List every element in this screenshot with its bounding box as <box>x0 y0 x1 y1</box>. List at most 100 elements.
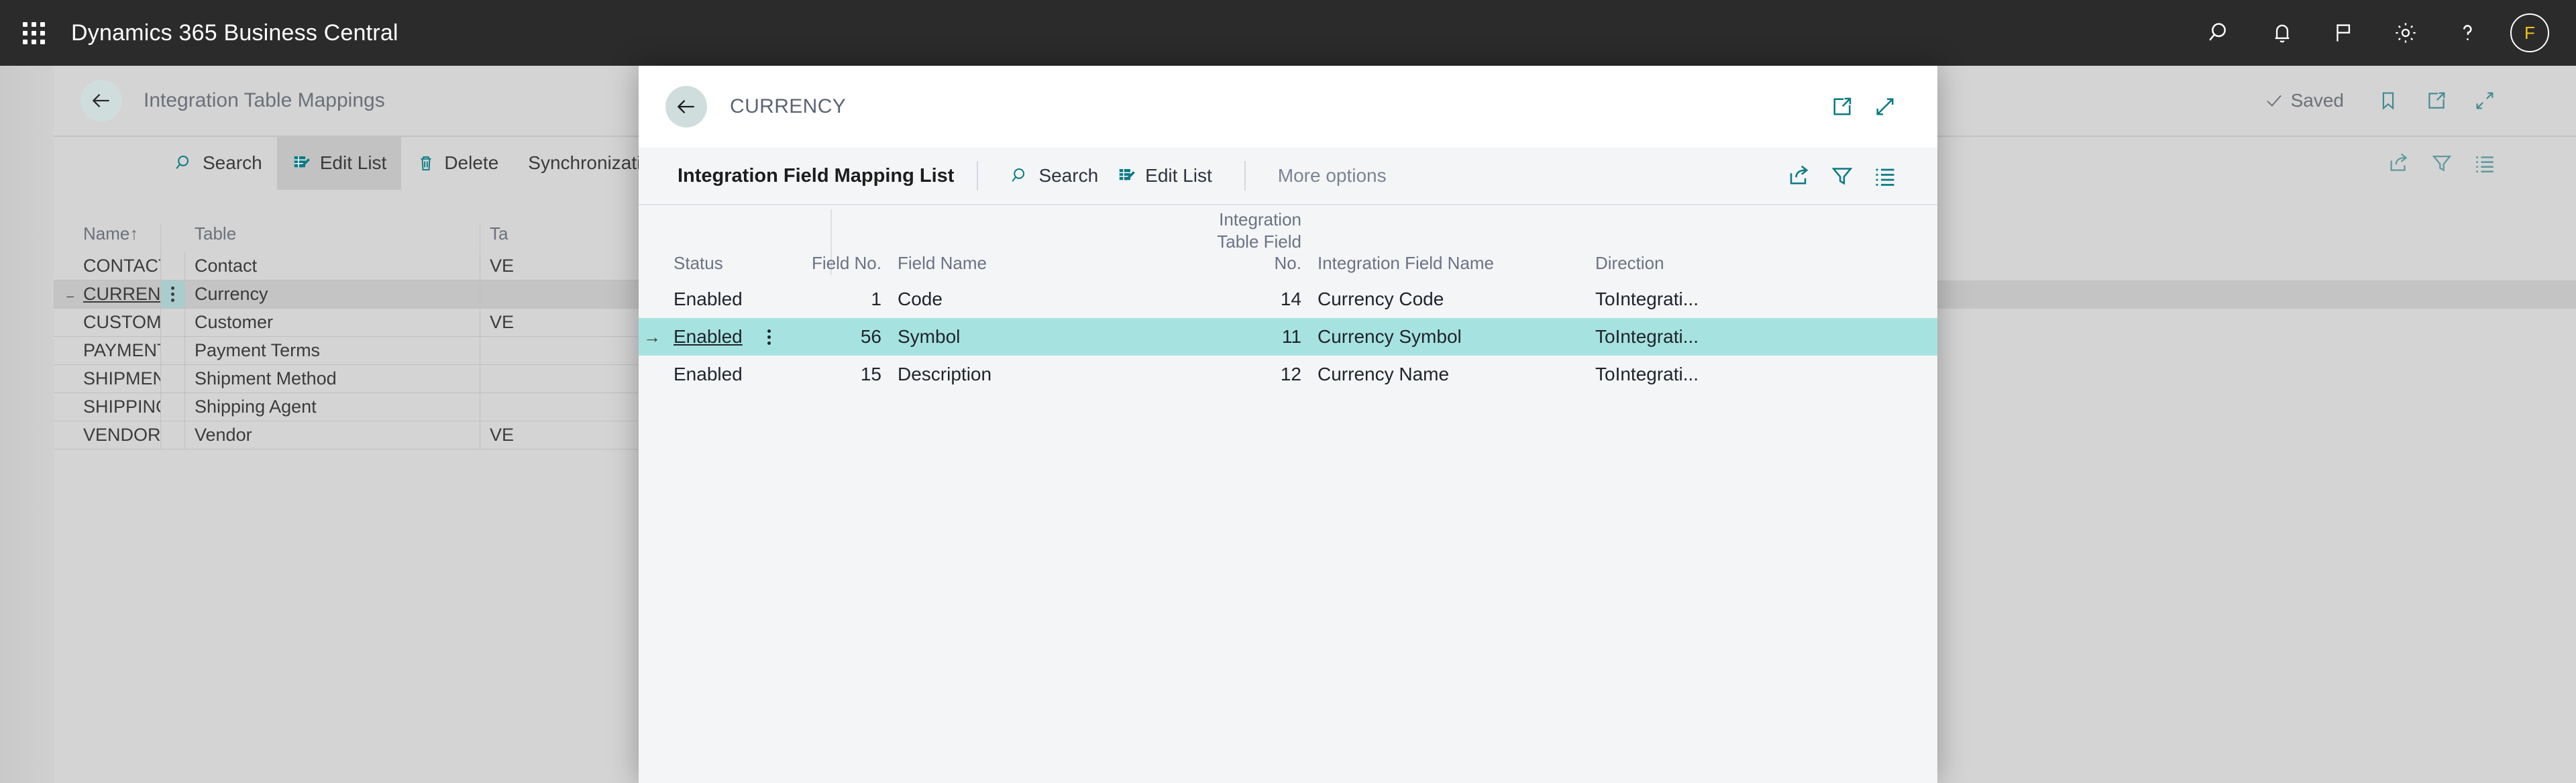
bg-edit-list-button[interactable]: Edit List <box>276 136 402 190</box>
dialog-toolbar-right <box>1778 154 1937 197</box>
int-tbl-field-no-line3: No. <box>1274 252 1301 273</box>
cell-int-tbl-field-no: 11 <box>1281 326 1301 347</box>
column-header-field-name[interactable]: Field Name <box>890 253 1144 280</box>
flag-icon[interactable] <box>2313 0 2375 66</box>
edit-list-icon <box>294 156 310 168</box>
app-launcher-icon[interactable] <box>15 14 52 52</box>
cell-status[interactable]: Enabled <box>665 318 745 356</box>
column-header-direction[interactable]: Direction <box>1587 253 1721 280</box>
row-menu-icon[interactable] <box>161 421 185 450</box>
left-rail <box>0 66 54 783</box>
share-icon[interactable] <box>2377 142 2420 185</box>
dialog-more-options-button[interactable]: More options <box>1269 155 1396 197</box>
row-indicator <box>54 252 74 280</box>
list-options-icon[interactable] <box>2463 142 2506 185</box>
help-question-icon[interactable] <box>2436 0 2498 66</box>
row-menu-icon[interactable] <box>161 337 185 365</box>
cell-table: Customer <box>185 309 480 337</box>
cell-field-no: 1 <box>871 289 881 309</box>
row-menu-icon[interactable] <box>745 356 793 393</box>
share-icon[interactable] <box>1778 154 1821 197</box>
cell-name[interactable]: SHIPPING A... <box>74 393 161 421</box>
dialog-row-indicator-header <box>639 274 665 280</box>
cell-name[interactable]: CUSTOMER <box>74 309 161 337</box>
filter-icon[interactable] <box>1821 154 1864 197</box>
row-indicator <box>639 356 665 393</box>
table-row[interactable]: Enabled 1 Code 14 Currency Code ToIntegrati..… <box>639 280 1937 318</box>
trash-icon <box>421 156 431 170</box>
dialog-back-arrow-icon[interactable] <box>665 86 707 127</box>
search-icon[interactable] <box>2190 0 2251 66</box>
back-arrow-icon[interactable] <box>80 80 122 121</box>
column-header-field-no[interactable]: Field No. <box>793 253 890 280</box>
column-header-name-label: Name <box>83 223 130 244</box>
gear-icon[interactable] <box>2375 0 2436 66</box>
row-indicator-header <box>54 244 74 252</box>
row-indicator <box>54 421 74 450</box>
cell-status[interactable]: Enabled <box>665 280 745 318</box>
bookmark-icon[interactable] <box>2367 79 2410 122</box>
row-menu-icon[interactable] <box>161 309 185 337</box>
dialog-table-header-row: Status Field No. Field Name Integration … <box>639 205 1937 280</box>
row-menu-icon[interactable] <box>161 252 185 280</box>
cell-int-tbl-field-no: 14 <box>1280 289 1301 309</box>
row-menu-icon[interactable] <box>745 318 793 356</box>
cell-field-name: Symbol <box>898 326 961 347</box>
row-menu-icon[interactable] <box>161 365 185 393</box>
cell-int-field-name: Currency Name <box>1318 364 1450 384</box>
bg-search-button[interactable]: Search <box>160 136 277 190</box>
search-icon <box>1012 168 1025 182</box>
bg-delete-label: Delete <box>444 152 499 173</box>
cell-table: Shipment Method <box>185 365 480 393</box>
toolbar-divider-1 <box>977 161 979 191</box>
avatar[interactable]: F <box>2510 13 2549 52</box>
dialog-search-label: Search <box>1038 165 1099 186</box>
dialog-edit-list-button[interactable]: Edit List <box>1108 155 1222 197</box>
bg-search-label: Search <box>203 152 262 173</box>
cell-name[interactable]: CURRENCY <box>74 280 161 309</box>
cell-name[interactable]: CONTACT <box>74 252 161 280</box>
row-indicator <box>54 393 74 421</box>
row-menu-icon[interactable] <box>161 393 185 421</box>
background-header-actions: Saved <box>2264 79 2576 122</box>
table-row[interactable]: Enabled 15 Description 12 Currency Name ToInt… <box>639 356 1937 393</box>
row-menu-header <box>161 244 185 252</box>
dialog-search-button[interactable]: Search <box>1001 155 1108 197</box>
column-header-status[interactable]: Status <box>665 253 745 280</box>
collapse-icon[interactable] <box>2463 79 2506 122</box>
column-header-table[interactable]: Table <box>185 223 480 252</box>
open-in-new-window-icon[interactable] <box>1821 85 1864 128</box>
cell-name[interactable]: SHIPMENT ... <box>74 365 161 393</box>
dialog-more-options-label: More options <box>1277 165 1387 186</box>
cell-status[interactable]: Enabled <box>665 356 745 393</box>
table-row[interactable]: → Enabled 56 Symbol 11 Currency Symbol ToInteg… <box>639 318 1937 356</box>
cell-direction: ToIntegrati... <box>1595 326 1699 347</box>
filter-icon[interactable] <box>2420 142 2463 185</box>
row-menu-icon[interactable] <box>745 280 793 318</box>
dialog-table-body: Enabled 1 Code 14 Currency Code ToIntegrati..… <box>639 280 1937 393</box>
int-tbl-field-no-line1: Integration <box>1219 209 1301 230</box>
cell-name[interactable]: VENDOR <box>74 421 161 450</box>
cell-table: Contact <box>185 252 480 280</box>
notifications-bell-icon[interactable] <box>2251 0 2313 66</box>
row-indicator: → <box>54 280 74 309</box>
column-header-int-tbl-field-no[interactable]: Integration Table Field No. <box>1144 209 1309 280</box>
column-header-int-field-name[interactable]: Integration Field Name <box>1309 253 1587 280</box>
search-icon <box>176 156 189 169</box>
dialog-toolbar: Integration Field Mapping List Search Ed… <box>639 148 1937 204</box>
row-indicator: → <box>643 326 661 347</box>
bg-delete-button[interactable]: Delete <box>401 136 513 190</box>
cell-direction: ToIntegrati... <box>1595 364 1699 384</box>
row-indicator <box>54 365 74 393</box>
row-menu-icon[interactable] <box>161 280 185 309</box>
breadcrumb[interactable]: Integration Table Mappings <box>144 89 385 112</box>
edit-list-icon <box>1119 169 1136 180</box>
bg-edit-list-label: Edit List <box>319 152 387 173</box>
column-header-name[interactable]: Name ↑ <box>74 223 161 252</box>
open-in-new-window-icon[interactable] <box>2415 79 2458 122</box>
row-indicator <box>54 309 74 337</box>
list-options-icon[interactable] <box>1864 154 1907 197</box>
cell-name[interactable]: PAYMENT T... <box>74 337 161 365</box>
dialog-header-actions <box>1821 85 1937 128</box>
expand-icon[interactable] <box>1864 85 1907 128</box>
